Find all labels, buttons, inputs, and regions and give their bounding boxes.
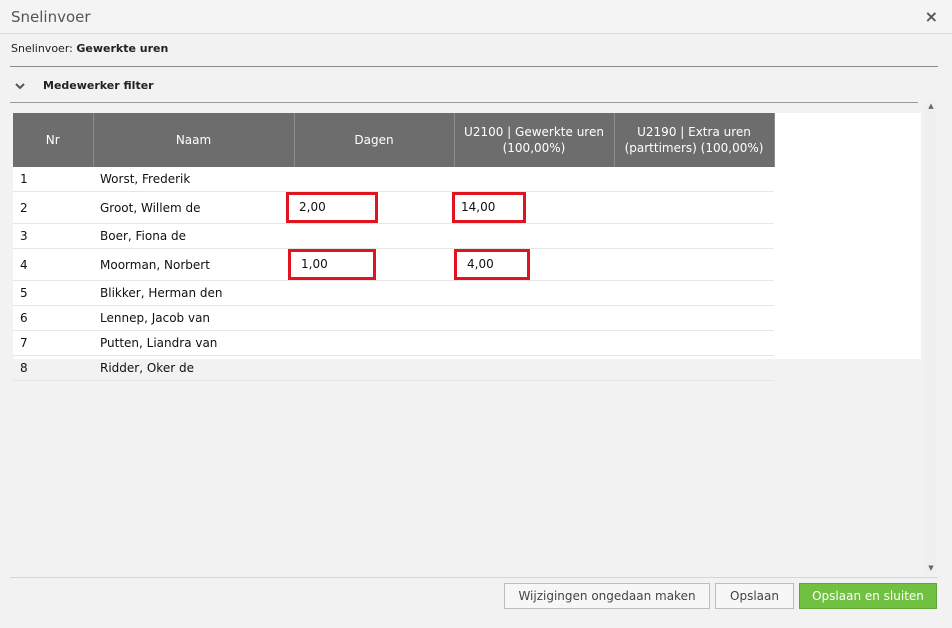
dagen-input-highlighted[interactable]: 1,00 [288, 249, 376, 280]
employee-filter-toggle[interactable]: Medewerker filter [10, 74, 918, 103]
cell-nr: 7 [13, 330, 93, 356]
table-header-row: Nr Naam Dagen U2100 | Gewerkte uren (100… [13, 113, 775, 167]
column-header-naam[interactable]: Naam [93, 113, 295, 167]
u2100-input-highlighted[interactable]: 14,00 [452, 192, 526, 223]
table-row: 2 Groot, Willem de 2,00 14,00 [13, 191, 774, 224]
cell-u2100[interactable] [454, 167, 614, 192]
filter-label: Medewerker filter [43, 79, 154, 92]
close-icon[interactable]: × [925, 7, 938, 26]
cell-nr: 4 [13, 248, 93, 281]
cell-u2100[interactable] [454, 223, 614, 249]
hours-table: Nr Naam Dagen U2100 | Gewerkte uren (100… [13, 113, 775, 381]
cell-u2190[interactable] [614, 248, 774, 281]
cell-u2100[interactable] [454, 355, 614, 381]
cell-dagen[interactable]: 2,00 [286, 191, 454, 224]
cell-naam: Moorman, Norbert [93, 248, 294, 281]
save-button[interactable]: Opslaan [715, 583, 794, 609]
cell-naam: Groot, Willem de [93, 191, 294, 224]
dialog-titlebar: Snelinvoer × [0, 0, 952, 34]
cell-dagen[interactable] [294, 223, 454, 249]
scroll-down-icon[interactable]: ▼ [925, 562, 937, 574]
table-row: 5 Blikker, Herman den [13, 280, 774, 306]
cell-nr: 2 [13, 191, 93, 224]
cell-naam: Blikker, Herman den [93, 280, 294, 306]
cell-naam: Ridder, Oker de [93, 355, 294, 381]
cell-naam: Lennep, Jacob van [93, 305, 294, 331]
cell-dagen[interactable] [294, 167, 454, 192]
cell-dagen[interactable] [294, 330, 454, 356]
cell-nr: 8 [13, 355, 93, 381]
cell-dagen[interactable]: 1,00 [288, 248, 454, 281]
breadcrumb-prefix: Snelinvoer: [11, 42, 73, 55]
cell-naam: Putten, Liandra van [93, 330, 294, 356]
cell-u2100[interactable] [454, 280, 614, 306]
undo-changes-button[interactable]: Wijzigingen ongedaan maken [504, 583, 710, 609]
u2100-input-highlighted[interactable]: 4,00 [454, 249, 530, 280]
chevron-down-icon [15, 83, 25, 90]
cell-dagen[interactable] [294, 305, 454, 331]
table-row: 1 Worst, Frederik [13, 167, 774, 192]
dialog-title: Snelinvoer [11, 8, 91, 26]
cell-u2190[interactable] [614, 280, 774, 306]
breadcrumb-value: Gewerkte uren [76, 42, 169, 55]
cell-naam: Worst, Frederik [93, 167, 294, 192]
cell-nr: 3 [13, 223, 93, 249]
dagen-input-highlighted[interactable]: 2,00 [286, 192, 378, 223]
table-row: 7 Putten, Liandra van [13, 330, 774, 356]
cell-dagen[interactable] [294, 355, 454, 381]
table-row: 8 Ridder, Oker de [13, 355, 774, 381]
cell-u2100[interactable]: 4,00 [454, 248, 614, 281]
cell-nr: 6 [13, 305, 93, 331]
breadcrumb: Snelinvoer: Gewerkte uren [11, 42, 168, 55]
cell-u2190[interactable] [614, 167, 774, 192]
cell-dagen[interactable] [294, 280, 454, 306]
cell-u2190[interactable] [614, 355, 774, 381]
table-row: 4 Moorman, Norbert 1,00 4,00 [13, 248, 774, 281]
cell-u2100[interactable]: 14,00 [452, 191, 614, 224]
cell-u2190[interactable] [614, 305, 774, 331]
save-and-close-button[interactable]: Opslaan en sluiten [799, 583, 937, 609]
cell-u2100[interactable] [454, 330, 614, 356]
vertical-scrollbar[interactable]: ▲ ▼ [925, 100, 937, 574]
column-header-u2100[interactable]: U2100 | Gewerkte uren (100,00%) [454, 113, 615, 167]
divider [10, 66, 938, 67]
column-header-nr[interactable]: Nr [13, 113, 94, 167]
table-row: 6 Lennep, Jacob van [13, 305, 774, 331]
column-header-dagen[interactable]: Dagen [294, 113, 455, 167]
scroll-up-icon[interactable]: ▲ [925, 100, 937, 112]
divider [10, 577, 938, 578]
cell-nr: 1 [13, 167, 93, 192]
table-row: 3 Boer, Fiona de [13, 223, 774, 249]
cell-naam: Boer, Fiona de [93, 223, 294, 249]
cell-u2190[interactable] [614, 191, 774, 224]
cell-u2190[interactable] [614, 330, 774, 356]
cell-u2190[interactable] [614, 223, 774, 249]
column-header-u2190[interactable]: U2190 | Extra uren (parttimers) (100,00%… [614, 113, 775, 167]
cell-u2100[interactable] [454, 305, 614, 331]
data-grid: Nr Naam Dagen U2100 | Gewerkte uren (100… [13, 113, 921, 381]
cell-nr: 5 [13, 280, 93, 306]
